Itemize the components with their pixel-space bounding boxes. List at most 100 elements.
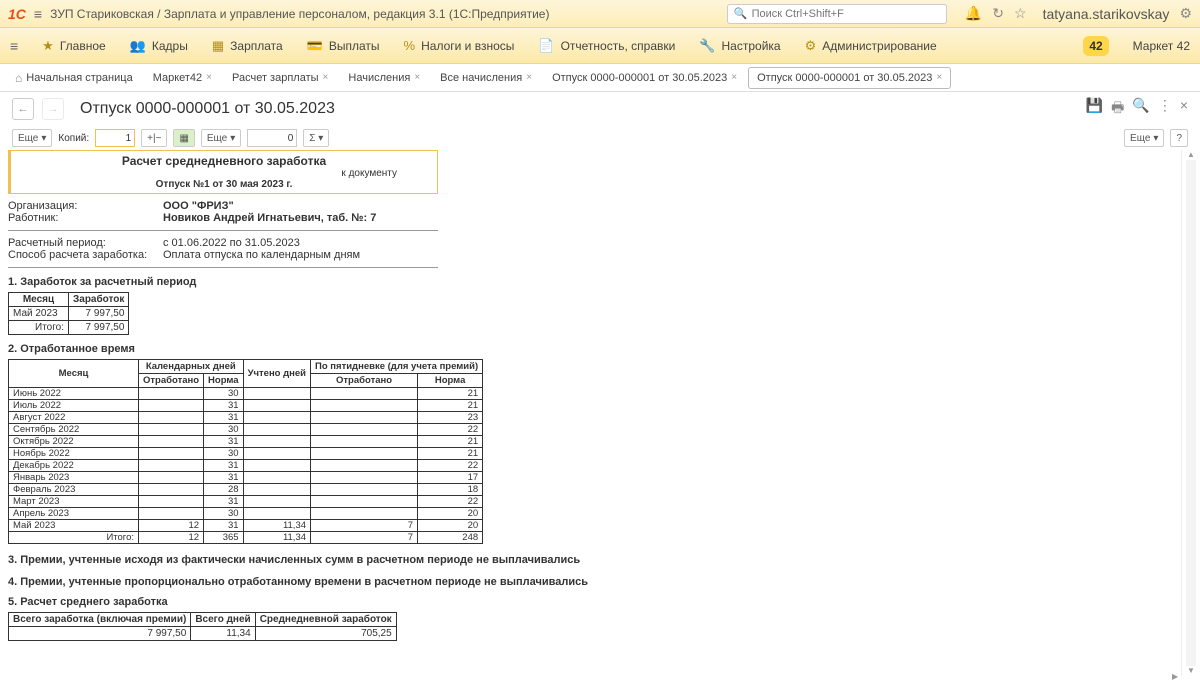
market-badge[interactable]: 42 <box>1083 36 1108 56</box>
nav-payouts[interactable]: 💳Выплаты <box>307 38 380 54</box>
scroll-track[interactable] <box>1186 160 1196 666</box>
star-filled-icon: ★ <box>42 38 54 54</box>
more-icon[interactable]: ⋮ <box>1158 97 1172 121</box>
sum-field[interactable]: 0 <box>247 129 297 147</box>
tab-market[interactable]: Маркет42× <box>144 67 221 89</box>
method-label: Способ расчета заработка: <box>8 249 163 261</box>
nav-admin[interactable]: ⚙Администрирование <box>805 38 937 54</box>
nav-menu-icon[interactable]: ≡ <box>10 38 18 54</box>
scroll-down-icon[interactable]: ▼ <box>1186 666 1196 676</box>
app-title: ЗУП Стариковская / Зарплата и управление… <box>50 7 549 21</box>
home-icon: ⌂ <box>15 71 22 85</box>
tab-accruals[interactable]: Начисления× <box>339 67 429 89</box>
stepper-button[interactable]: +|− <box>141 129 167 147</box>
main-nav: ≡ ★Главное 👥Кадры ▦Зарплата 💳Выплаты %На… <box>0 28 1200 64</box>
tab-calc[interactable]: Расчет зарплаты× <box>223 67 337 89</box>
close-icon[interactable]: × <box>936 72 942 83</box>
tab-bar: ⌂Начальная страница Маркет42× Расчет зар… <box>0 64 1200 92</box>
time-table: Месяц Календарных дней Учтено дней По пя… <box>8 359 483 544</box>
forward-button[interactable]: → <box>42 98 64 120</box>
search-icon: 🔍 <box>734 7 748 20</box>
chevron-down-icon: ▾ <box>41 133 46 144</box>
average-table: Всего заработка (включая премии)Всего дн… <box>8 612 397 641</box>
sigma-button[interactable]: Σ ▾ <box>303 129 329 147</box>
table-row: Февраль 20232818 <box>9 484 483 496</box>
nav-kadry[interactable]: 👥Кадры <box>130 38 188 54</box>
search-input-wrap[interactable]: 🔍 <box>727 4 947 24</box>
close-icon[interactable]: × <box>206 72 212 83</box>
emp-label: Работник: <box>8 212 163 224</box>
org-value: ООО "ФРИЗ" <box>163 200 234 212</box>
nav-taxes[interactable]: %Налоги и взносы <box>404 38 515 53</box>
more-button[interactable]: Еще ▾ <box>12 129 52 147</box>
more3-button[interactable]: Еще ▾ <box>1124 129 1164 147</box>
back-button[interactable]: ← <box>12 98 34 120</box>
nav-reports[interactable]: 📄Отчетность, справки <box>538 38 675 54</box>
find-icon[interactable]: 🔍 <box>1132 97 1149 121</box>
scroll-right-icon[interactable]: ▶ <box>1172 672 1182 682</box>
tab-vacation1[interactable]: Отпуск 0000-000001 от 30.05.2023× <box>543 67 746 89</box>
method-value: Оплата отпуска по календарным дням <box>163 249 360 261</box>
user-label[interactable]: tatyana.starikovskay <box>1043 6 1170 22</box>
table-row: Сентябрь 20223022 <box>9 424 483 436</box>
bell-icon[interactable]: 🔔 <box>965 5 982 22</box>
table-row: Август 20223123 <box>9 412 483 424</box>
wallet-icon: 💳 <box>307 38 323 54</box>
history-icon[interactable]: ↻ <box>992 5 1004 22</box>
logo-1c: 1C <box>8 6 26 22</box>
table-row: Октябрь 20223121 <box>9 436 483 448</box>
table-row: Май 2023123111,34720 <box>9 520 483 532</box>
emp-value: Новиков Андрей Игнатьевич, таб. №: 7 <box>163 212 376 224</box>
table-row: Июнь 20223021 <box>9 388 483 400</box>
percent-icon: % <box>404 38 416 53</box>
scroll-up-icon[interactable]: ▲ <box>1186 150 1196 160</box>
tab-vacation-active[interactable]: Отпуск 0000-000001 от 30.05.2023× <box>748 67 951 89</box>
star-icon[interactable]: ☆ <box>1014 5 1027 22</box>
close-icon[interactable]: × <box>414 72 420 83</box>
nav-market[interactable]: Маркет 42 <box>1133 39 1190 53</box>
copies-field[interactable]: 1 <box>95 129 135 147</box>
tab-home[interactable]: ⌂Начальная страница <box>6 66 142 90</box>
tab-all-accruals[interactable]: Все начисления× <box>431 67 541 89</box>
report-header: Расчет среднедневного заработка к докуме… <box>8 150 438 194</box>
table-row: Ноябрь 20223021 <box>9 448 483 460</box>
close-icon[interactable]: × <box>323 72 329 83</box>
chevron-down-icon: ▾ <box>1153 133 1158 144</box>
gear-icon: ⚙ <box>805 38 817 54</box>
earnings-table: МесяцЗаработок Май 20237 997,50 Итого:7 … <box>8 292 129 335</box>
close-icon[interactable]: × <box>526 72 532 83</box>
report-content: Расчет среднедневного заработка к докуме… <box>8 150 1182 676</box>
page-title: Отпуск 0000-000001 от 30.05.2023 <box>80 100 335 118</box>
settings-icon[interactable]: ⚙ <box>1179 5 1192 22</box>
vertical-scrollbar[interactable]: ▲ ▼ <box>1186 150 1196 676</box>
close-page-icon[interactable]: × <box>1180 97 1188 121</box>
search-input[interactable] <box>752 8 940 20</box>
period-label: Расчетный период: <box>8 237 163 249</box>
section-4: 4. Премии, учтенные пропорционально отра… <box>8 576 628 588</box>
chevron-down-icon: ▾ <box>230 133 235 144</box>
table-row: Май 20237 997,50 <box>9 307 129 321</box>
section-2-title: 2. Отработанное время <box>8 343 1181 355</box>
help-button[interactable]: ? <box>1170 129 1188 147</box>
close-icon[interactable]: × <box>731 72 737 83</box>
nav-salary[interactable]: ▦Зарплата <box>212 38 283 54</box>
wrench-icon: 🔧 <box>699 38 715 54</box>
table-row: Январь 20233117 <box>9 472 483 484</box>
more2-button[interactable]: Еще ▾ <box>201 129 241 147</box>
copies-label: Копий: <box>58 133 89 144</box>
table-row: Апрель 20233020 <box>9 508 483 520</box>
menu-icon[interactable]: ≡ <box>34 6 42 22</box>
print-icon[interactable]: 🖶 <box>1111 97 1124 121</box>
section-5-title: 5. Расчет среднего заработка <box>8 596 1181 608</box>
table-row: Март 20233122 <box>9 496 483 508</box>
nav-main[interactable]: ★Главное <box>42 38 106 54</box>
table-row: Декабрь 20223122 <box>9 460 483 472</box>
org-label: Организация: <box>8 200 163 212</box>
save-icon[interactable]: 💾 <box>1086 97 1103 121</box>
table-button[interactable]: ▦ <box>173 129 194 147</box>
nav-settings[interactable]: 🔧Настройка <box>699 38 780 54</box>
section-1-title: 1. Заработок за расчетный период <box>8 276 1181 288</box>
people-icon: 👥 <box>130 38 146 54</box>
calendar-icon: ▦ <box>212 38 224 54</box>
table-row: Июль 20223121 <box>9 400 483 412</box>
